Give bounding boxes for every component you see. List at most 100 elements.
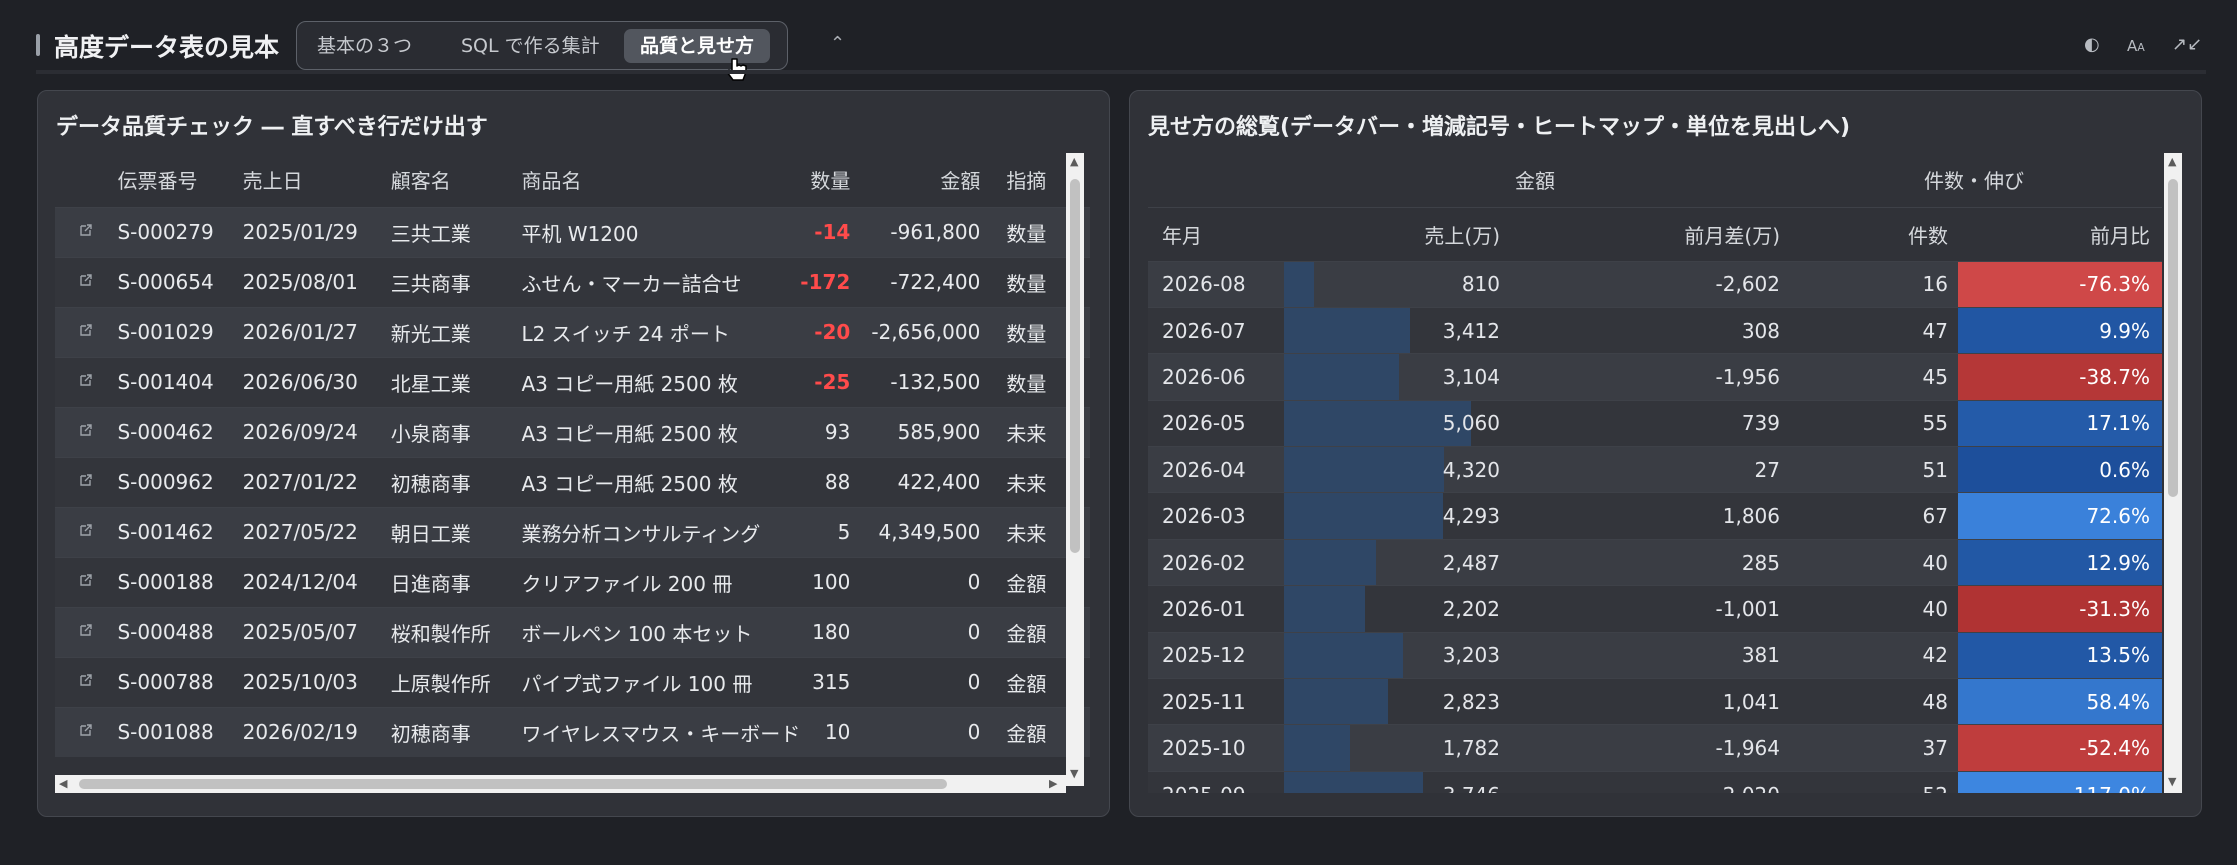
group-header-amount: 金額 <box>1515 169 1555 194</box>
table-row[interactable]: S-000462 2026/09/24 小泉商事 A3 コピー用紙 2500 枚 93 5… <box>55 406 1090 457</box>
open-record-icon[interactable] <box>55 656 118 707</box>
cell-amount: -722,400 <box>850 256 981 307</box>
col-header-count[interactable]: 件数 <box>1786 206 1958 261</box>
scrollbar-thumb[interactable] <box>1070 179 1080 553</box>
cell-sales: 3,412 <box>1284 306 1506 354</box>
cell-slip-no: S-000488 <box>117 606 243 657</box>
col-header-amount[interactable]: 金額 <box>850 153 980 207</box>
table-row[interactable]: 2025-10 1,782 -1,964 37 -52.4% <box>1148 724 2162 772</box>
font-size-icon[interactable]: AA <box>2127 37 2145 55</box>
data-quality-panel: データ品質チェック ― 直すべき行だけ出す 伝票番号 売上日 顧客名 商品名 数… <box>37 90 1110 817</box>
tab-sql-aggregation[interactable]: SQL で作る集計 <box>445 29 616 63</box>
cell-diff: 27 <box>1506 446 1786 493</box>
cell-mom-heat: -76.3% <box>1958 260 2162 308</box>
overview-table-viewport[interactable]: 金額 件数・伸び 年月 売上(万) 前月差(万) 件数 前月比 2026-08 8… <box>1148 153 2162 793</box>
open-record-icon[interactable] <box>55 406 118 457</box>
quality-table-viewport[interactable]: 伝票番号 売上日 顧客名 商品名 数量 金額 指摘 S-000279 2025/0… <box>55 153 1090 793</box>
open-record-icon[interactable] <box>55 506 118 557</box>
open-record-icon[interactable] <box>55 356 118 407</box>
table-row[interactable]: 2026-05 5,060 739 55 17.1% <box>1148 399 2162 447</box>
group-header-empty <box>1148 153 1284 207</box>
table-row[interactable]: 2026-02 2,487 285 40 12.9% <box>1148 538 2162 586</box>
left-horizontal-scrollbar[interactable]: ◀ ▶ <box>55 775 1066 793</box>
contrast-icon[interactable]: ◐ <box>2084 34 2100 55</box>
cell-date: 2025/10/03 <box>242 656 391 707</box>
cell-month: 2026-01 <box>1148 585 1284 633</box>
cell-diff: 1,041 <box>1506 678 1786 725</box>
table-row[interactable]: S-000962 2027/01/22 初穂商事 A3 コピー用紙 2500 枚 88 4… <box>55 456 1090 507</box>
table-row[interactable]: 2026-06 3,104 -1,956 45 -38.7% <box>1148 353 2162 401</box>
left-vertical-scrollbar[interactable]: ▲ ▼ <box>1066 153 1084 786</box>
cell-amount: 0 <box>850 656 981 707</box>
col-header-qty[interactable]: 数量 <box>800 153 850 207</box>
table-row[interactable]: 2025-11 2,823 1,041 48 58.4% <box>1148 678 2162 725</box>
cell-slip-no: S-000788 <box>117 656 243 707</box>
table-row[interactable]: S-000188 2024/12/04 日進商事 クリアファイル 200 冊 100 0 金… <box>55 556 1090 607</box>
table-row[interactable]: S-001029 2026/01/27 新光工業 L2 スイッチ 24 ポート -20-… <box>55 306 1090 357</box>
scroll-down-arrow-icon[interactable]: ▼ <box>2168 776 2176 788</box>
cell-mom-heat: 17.1% <box>1958 399 2162 447</box>
sales-value: 3,412 <box>1442 318 1500 343</box>
cell-diff: 2,020 <box>1506 770 1786 793</box>
table-row[interactable]: 2026-08 810 -2,602 16 -76.3% <box>1148 260 2162 308</box>
cell-month: 2026-03 <box>1148 492 1284 540</box>
open-record-icon[interactable] <box>55 206 118 257</box>
scroll-up-arrow-icon[interactable]: ▲ <box>2168 156 2176 168</box>
table-row[interactable]: 2026-04 4,320 27 51 0.6% <box>1148 446 2162 493</box>
compress-icon[interactable]: ↗↙ <box>2172 34 2202 55</box>
presentation-overview-panel: 見せ方の総覧(データバー・増減記号・ヒートマップ・単位を見出しへ) 金額 件数・… <box>1129 90 2202 817</box>
table-row[interactable]: S-001404 2026/06/30 北星工業 A3 コピー用紙 2500 枚 -25… <box>55 356 1090 407</box>
cell-product: 平机 W1200 <box>521 206 801 257</box>
scroll-left-arrow-icon[interactable]: ◀ <box>59 778 67 790</box>
cell-product: A3 コピー用紙 2500 枚 <box>521 456 801 507</box>
sales-value: 2,202 <box>1442 596 1500 621</box>
cell-amount: 0 <box>850 706 981 757</box>
cell-count: 55 <box>1786 399 1958 447</box>
open-record-icon[interactable] <box>55 606 118 657</box>
header-divider <box>36 70 2206 74</box>
open-record-icon[interactable] <box>55 256 118 307</box>
cell-diff: -1,956 <box>1506 353 1786 401</box>
scrollbar-thumb[interactable] <box>79 779 947 789</box>
tab-basics[interactable]: 基本の３つ <box>301 29 428 63</box>
cell-count: 42 <box>1786 631 1958 679</box>
table-row[interactable]: S-000279 2025/01/29 三共工業 平机 W1200 -14 -961,80… <box>55 206 1090 257</box>
col-header-product[interactable]: 商品名 <box>521 153 800 207</box>
cell-qty: -25 <box>800 356 851 407</box>
table-row[interactable]: S-000654 2025/08/01 三共商事 ふせん・マーカー詰合せ -172 -72… <box>55 256 1090 307</box>
cell-count: 40 <box>1786 585 1958 633</box>
table-row[interactable]: S-000788 2025/10/03 上原製作所 パイプ式ファイル 100 冊 315… <box>55 656 1090 707</box>
table-row[interactable]: S-000488 2025/05/07 桜和製作所 ボールペン 100 本セット 180… <box>55 606 1090 657</box>
collapse-caret-icon[interactable]: ⌃ <box>830 33 845 54</box>
cell-month: 2025-09 <box>1148 770 1284 793</box>
right-vertical-scrollbar[interactable]: ▲ ▼ <box>2164 153 2182 793</box>
open-record-icon[interactable] <box>55 306 118 357</box>
col-header-slip-no[interactable]: 伝票番号 <box>117 153 242 207</box>
table-row[interactable]: S-001088 2026/02/19 初穂商事 ワイヤレスマウス・キーボード 10 0 金… <box>55 706 1090 757</box>
scroll-right-arrow-icon[interactable]: ▶ <box>1049 778 1057 790</box>
col-header-month[interactable]: 年月 <box>1148 206 1284 261</box>
scrollbar-thumb[interactable] <box>2168 179 2178 497</box>
table-row[interactable]: S-001462 2027/05/22 朝日工業 業務分析コンサルティング 5 4,349… <box>55 506 1090 557</box>
cell-diff: 381 <box>1506 631 1786 679</box>
open-record-icon[interactable] <box>55 456 118 507</box>
quality-table: 伝票番号 売上日 顧客名 商品名 数量 金額 指摘 S-000279 2025/0… <box>55 153 1090 757</box>
col-header-diff[interactable]: 前月差(万) <box>1506 206 1786 261</box>
table-row[interactable]: 2025-12 3,203 381 42 13.5% <box>1148 631 2162 679</box>
cell-sales: 5,060 <box>1284 399 1506 447</box>
cell-date: 2024/12/04 <box>242 556 391 607</box>
col-header-date[interactable]: 売上日 <box>243 153 391 207</box>
table-row[interactable]: 2026-03 4,293 1,806 67 72.6% <box>1148 492 2162 540</box>
cell-sales: 2,202 <box>1284 585 1506 633</box>
col-header-sales[interactable]: 売上(万) <box>1284 206 1506 261</box>
scroll-up-arrow-icon[interactable]: ▲ <box>1070 156 1078 168</box>
col-header-mom[interactable]: 前月比 <box>1958 206 2162 261</box>
open-record-icon[interactable] <box>55 706 118 757</box>
scroll-down-arrow-icon[interactable]: ▼ <box>1070 768 1078 780</box>
open-record-icon[interactable] <box>55 556 118 607</box>
table-row[interactable]: 2025-09 3,746 2,02052117.0% <box>1148 770 2162 793</box>
col-header-customer[interactable]: 顧客名 <box>391 153 522 207</box>
table-row[interactable]: 2026-01 2,202 -1,001 40 -31.3% <box>1148 585 2162 633</box>
table-row[interactable]: 2026-07 3,412 308 47 9.9% <box>1148 306 2162 354</box>
cell-customer: 上原製作所 <box>390 656 522 707</box>
